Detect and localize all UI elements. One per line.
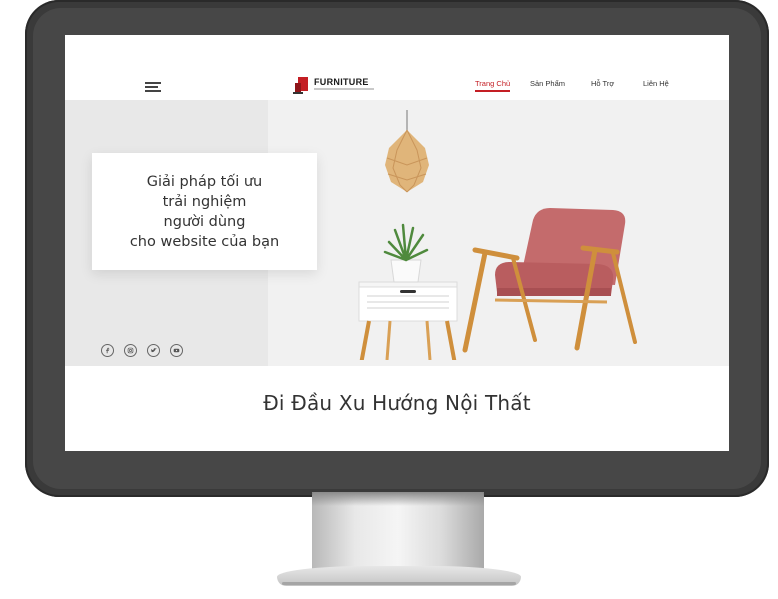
instagram-icon[interactable] <box>124 344 137 357</box>
nav-item-lien-he[interactable]: Liên Hệ <box>643 79 669 88</box>
facebook-icon[interactable] <box>101 344 114 357</box>
hero-headline: Giải pháp tối ưu trải nghiệm người dùng … <box>129 173 280 250</box>
nav-item-label: Trang Chủ <box>475 79 511 88</box>
youtube-icon[interactable] <box>170 344 183 357</box>
pendant-lamp-icon <box>385 129 429 193</box>
site-header: FURNITURE Trang Chủ Sản Phẩm Hỗ Trợ Liên… <box>65 35 729 100</box>
nav-item-san-pham[interactable]: Sản Phẩm <box>530 79 565 88</box>
logo-mark-icon <box>293 77 308 94</box>
website-screen: FURNITURE Trang Chủ Sản Phẩm Hỗ Trợ Liên… <box>65 35 729 451</box>
logo-subline <box>314 88 374 90</box>
hero-furniture-image <box>358 110 637 360</box>
section-tagline: Đi Đầu Xu Hướng Nội Thất <box>263 391 531 415</box>
nav-item-label: Sản Phẩm <box>530 79 566 88</box>
hero-text-card: Giải pháp tối ưu trải nghiệm người dùng … <box>92 153 317 270</box>
armchair-icon <box>462 208 637 353</box>
logo-text: FURNITURE <box>314 77 369 87</box>
twitter-icon[interactable] <box>147 344 160 357</box>
potted-plant-icon <box>383 223 429 283</box>
nav-item-label: Hỗ Trợ <box>591 79 615 88</box>
hamburger-menu-icon[interactable] <box>145 82 161 92</box>
nav-active-underline <box>475 90 511 92</box>
nav-item-ho-tro[interactable]: Hỗ Trợ <box>591 79 614 88</box>
nav-item-trang-chu[interactable]: Trang Chủ <box>475 79 511 92</box>
side-table-icon <box>358 281 458 360</box>
hero-banner: Giải pháp tối ưu trải nghiệm người dùng … <box>65 100 729 366</box>
monitor-stand-shadow <box>312 492 484 506</box>
nav-item-label: Liên Hệ <box>643 79 669 88</box>
monitor-stand-base-edge <box>282 582 516 585</box>
